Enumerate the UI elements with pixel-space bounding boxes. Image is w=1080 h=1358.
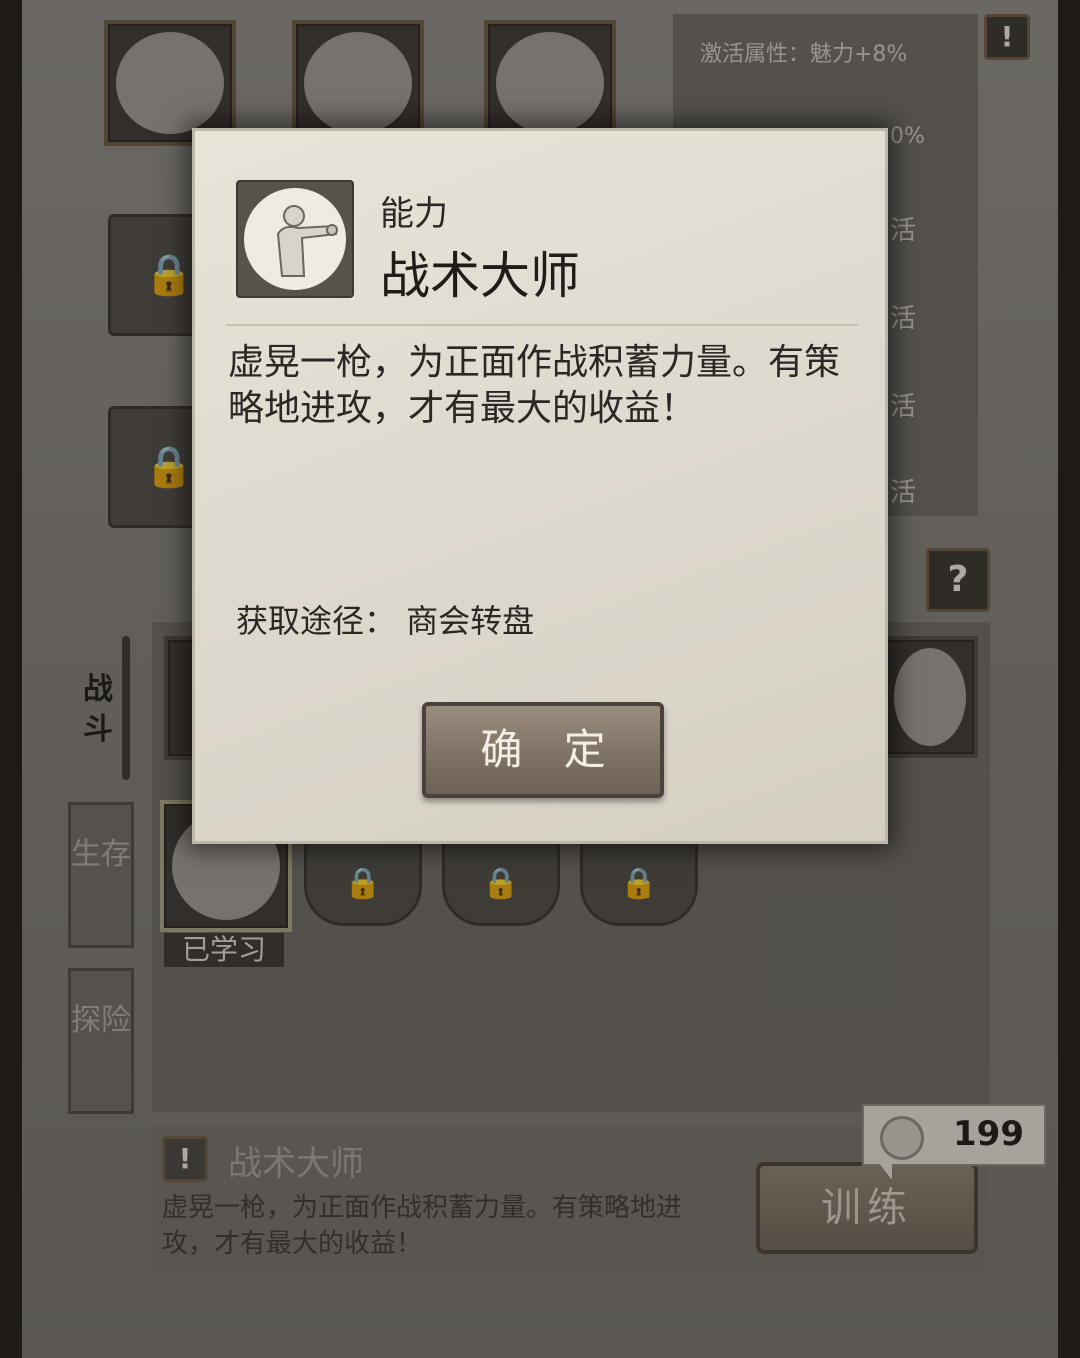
lock-icon: 🔒 <box>620 866 658 902</box>
tab-survival-label: 生存 <box>71 837 131 872</box>
lock-icon: 🔒 <box>144 444 194 490</box>
right-edge <box>1058 0 1080 1358</box>
counter-tail <box>878 1162 892 1180</box>
tab-indicator <box>122 636 130 780</box>
activate-text: 活 <box>890 478 917 508</box>
boxer-icon <box>244 188 346 290</box>
currency-counter: 199 <box>862 1104 1046 1180</box>
activate-text: 活 <box>890 392 917 422</box>
tab-explore-label: 探险 <box>71 1003 131 1038</box>
left-edge <box>0 0 22 1358</box>
info-badge[interactable]: ! <box>984 14 1030 60</box>
tab-combat-label: 战斗 <box>83 672 113 747</box>
activate-text: 活 <box>890 216 917 246</box>
dialog-description: 虚晃一枪，为正面作战积蓄力量。有策略地进攻，才有最大的收益！ <box>228 342 841 429</box>
help-badge[interactable]: ? <box>926 548 990 612</box>
partial-percent: 0% <box>890 124 925 149</box>
lock-icon: 🔒 <box>344 866 382 902</box>
dialog-source: 获取途径： 商会转盘 <box>236 602 535 640</box>
skill-slot-bear[interactable] <box>882 636 978 758</box>
info-badge: ! <box>162 1136 208 1182</box>
activate-text: 活 <box>890 304 917 334</box>
stomach-icon <box>116 32 224 134</box>
dialog-title: 战术大师 <box>380 247 580 305</box>
dialog-divider <box>226 324 858 326</box>
train-button[interactable]: 训练 <box>756 1162 978 1254</box>
info-description: 虚晃一枪，为正面作战积蓄力量。有策略地进攻，才有最大的收益！ <box>162 1193 683 1259</box>
confirm-button[interactable]: 确 定 <box>422 702 664 798</box>
currency-amount: 199 <box>953 1114 1024 1154</box>
attribute-text: 激活属性：魅力+8% <box>700 42 908 67</box>
lock-icon: 🔒 <box>144 252 194 298</box>
coin-icon <box>880 1116 924 1160</box>
learned-label: 已学习 <box>164 933 284 967</box>
tab-explore[interactable]: 探险 <box>68 968 134 1114</box>
tab-survival[interactable]: 生存 <box>68 802 134 948</box>
bear-target-icon <box>894 648 966 746</box>
tab-combat[interactable]: 战斗 <box>78 670 118 750</box>
locked-skill[interactable]: 🔒 <box>304 832 422 926</box>
locked-skill[interactable]: 🔒 <box>580 832 698 926</box>
lock-icon: 🔒 <box>482 866 520 902</box>
boxer-icon <box>496 32 604 134</box>
fist-icon <box>304 32 412 134</box>
dialog-skill-icon <box>236 180 354 298</box>
locked-skill[interactable]: 🔒 <box>442 832 560 926</box>
info-title: 战术大师 <box>228 1144 364 1184</box>
dialog-category: 能力 <box>380 194 448 234</box>
